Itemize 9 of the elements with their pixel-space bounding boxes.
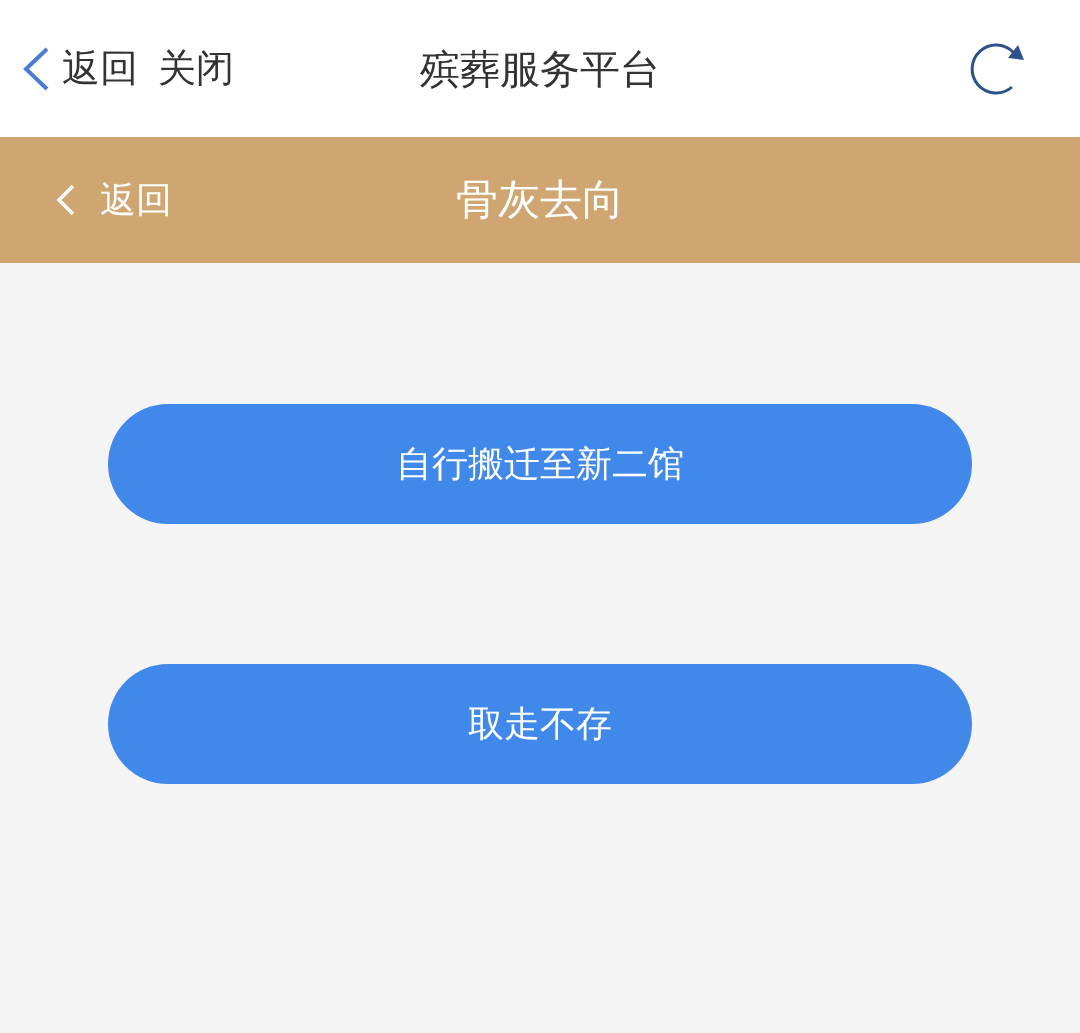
header-title: 骨灰去向 xyxy=(456,175,624,225)
back-button[interactable]: 返回 xyxy=(22,43,138,94)
chevron-left-icon xyxy=(22,46,50,91)
back-button[interactable]: 返回 xyxy=(56,175,172,225)
chevron-left-icon xyxy=(56,184,76,216)
option-button[interactable]: 自行搬迁至新二馆 xyxy=(108,404,972,524)
option-button[interactable]: 取走不存 xyxy=(108,664,972,784)
close-button[interactable]: 关闭 xyxy=(158,43,234,94)
page-title: 殡葬服务平台 xyxy=(420,46,660,93)
